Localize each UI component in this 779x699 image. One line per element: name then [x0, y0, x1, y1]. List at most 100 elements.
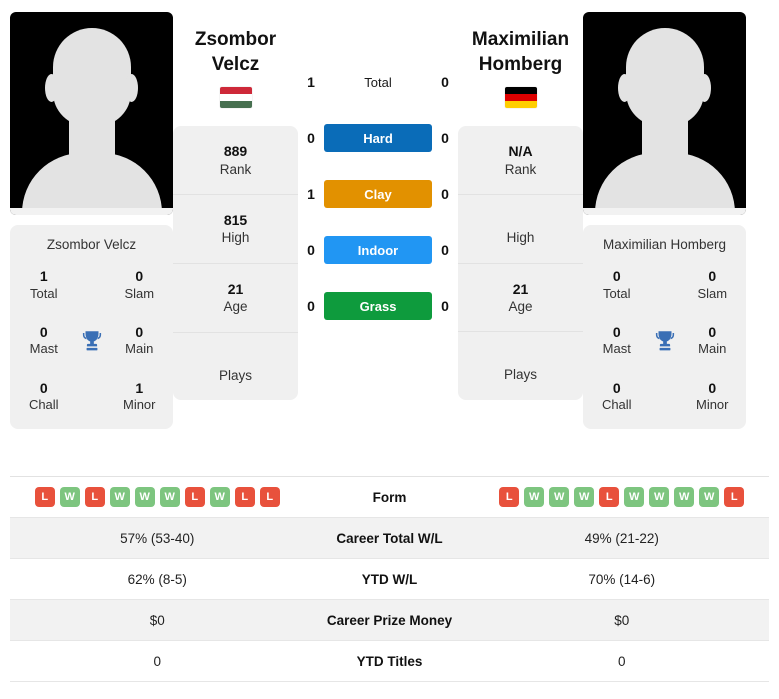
- form-badge-l: L: [184, 487, 205, 507]
- row-label-ytd-wl: YTD W/L: [361, 571, 418, 587]
- right-titles-mast-label: Mast: [602, 341, 631, 357]
- left-age-label: Age: [223, 299, 248, 315]
- form-badge-w: W: [524, 487, 545, 507]
- right-form-badges: LWWWLWWWWL: [479, 487, 766, 507]
- form-badge-l: L: [259, 487, 280, 507]
- form-badge-w: W: [624, 487, 645, 507]
- row-label-career-total-wl: Career Total W/L: [336, 530, 443, 546]
- surface-row-hard: 0 Hard 0: [298, 124, 458, 152]
- form-badge-w: W: [649, 487, 670, 507]
- form-badge-l: L: [499, 487, 520, 507]
- row-label-career-prize-money: Career Prize Money: [326, 612, 453, 628]
- flag-stripe-2: [219, 94, 252, 102]
- left-titles-slam: 0 Slam: [112, 268, 168, 302]
- avatar-silhouette-body: [21, 153, 162, 215]
- left-plays-value: [177, 349, 294, 367]
- surface-hard-left-value: 0: [307, 130, 315, 146]
- right-titles-minor-label: Minor: [695, 397, 729, 412]
- left-player-avatar[interactable]: [10, 12, 173, 215]
- form-badge-l: L: [234, 487, 255, 507]
- avatar-bottom-strip: [10, 208, 173, 215]
- surface-indoor-badge: Indoor: [324, 236, 432, 264]
- right-player-name: Maximilian Homberg: [458, 28, 583, 77]
- right-player-card-name: Maximilian Homberg: [602, 237, 727, 252]
- left-titles-mast: 0 Mast: [16, 324, 72, 358]
- left-high-value: 815: [223, 212, 248, 229]
- avatar-silhouette-ear-right: [125, 74, 138, 102]
- right-titles-main-label: Main: [698, 341, 727, 357]
- left-titles-chall-label: Chall: [28, 397, 59, 412]
- right-titles-slam-value: 0: [708, 268, 717, 284]
- left-titles-total-label: Total: [30, 285, 58, 301]
- form-badge-w: W: [134, 487, 155, 507]
- surface-row-grass: 0 Grass 0: [298, 292, 458, 320]
- left-ytd-wl: 62% (8-5): [127, 571, 187, 587]
- left-player-info-column: Zsombor Velcz 889 Rank 815 High 21 Age P…: [173, 12, 298, 401]
- right-player-info-card: N/A Rank High 21 Age Plays: [458, 126, 583, 400]
- surface-indoor-right-value: 0: [441, 242, 449, 258]
- comparison-stats-table: LWLWWWLWLL Form LWWWLWWWWL 57% (53-40) C…: [10, 476, 769, 682]
- left-form-cell: LWLWWWLWLL: [10, 481, 305, 513]
- right-age-label: Age: [508, 298, 533, 314]
- left-titles-main-label: Main: [125, 341, 154, 357]
- surface-clay-badge: Clay: [324, 180, 432, 208]
- left-player-card-name: Zsombor Velcz: [46, 237, 137, 252]
- right-player-avatar[interactable]: [583, 12, 746, 215]
- left-high-row: 815 High: [173, 195, 298, 264]
- form-badge-l: L: [84, 487, 105, 507]
- trophy-icon: [655, 330, 674, 351]
- surface-grass-left-value: 0: [307, 298, 315, 314]
- right-titles-total-value: 0: [612, 268, 621, 284]
- right-rank-row: N/A Rank: [458, 126, 583, 196]
- right-age-row: 21 Age: [458, 264, 583, 333]
- right-titles-chall-value: 0: [612, 379, 621, 396]
- left-player-titles-card: Zsombor Velcz 1 Total 0 Slam 0 Mast 0 Ma…: [10, 225, 173, 430]
- right-plays-row: Plays: [458, 332, 583, 400]
- flag-stripe-3: [504, 101, 537, 109]
- right-titles-total-label: Total: [603, 285, 631, 301]
- right-ytd-wl: 70% (14-6): [588, 571, 656, 587]
- right-plays-label: Plays: [503, 367, 537, 383]
- right-trophy-icon-cell: [645, 328, 685, 354]
- left-rank-row: 889 Rank: [173, 126, 298, 196]
- right-rank-value: N/A: [508, 143, 533, 160]
- surface-row-indoor: 0 Indoor 0: [298, 236, 458, 264]
- left-titles-minor-label: Minor: [122, 397, 156, 412]
- right-titles-minor-value: 0: [708, 379, 717, 396]
- table-row-career-total-wl: 57% (53-40) Career Total W/L 49% (21-22): [10, 518, 769, 559]
- right-player-titles-card: Maximilian Homberg 0 Total 0 Slam 0 Mast: [583, 225, 746, 430]
- left-ytd-titles: 0: [153, 653, 161, 669]
- left-career-prize-money: $0: [149, 612, 165, 628]
- table-row-career-prize-money: $0 Career Prize Money $0: [10, 600, 769, 641]
- surface-grass-right-value: 0: [441, 298, 449, 314]
- surface-titles-column: 1 Total 0 0 Hard 0 1 Clay 0 0 Indoor 0 0…: [298, 12, 458, 320]
- surface-hard-badge: Hard: [324, 124, 432, 152]
- right-rank-label: Rank: [504, 161, 537, 177]
- left-player-last-name: Velcz: [211, 53, 260, 75]
- row-label-ytd-titles: YTD Titles: [356, 653, 423, 669]
- right-titles-mast: 0 Mast: [589, 324, 645, 358]
- left-titles-total: 1 Total: [16, 268, 72, 302]
- right-high-value: [462, 211, 579, 229]
- right-age-value: 21: [512, 280, 529, 297]
- avatar-bottom-strip: [583, 208, 746, 215]
- right-ytd-titles: 0: [617, 653, 626, 669]
- right-titles-total: 0 Total: [589, 268, 645, 302]
- table-row-ytd-wl: 62% (8-5) YTD W/L 70% (14-6): [10, 559, 769, 600]
- left-titles-minor-value: 1: [135, 379, 144, 396]
- surface-total-right-value: 0: [441, 74, 449, 90]
- left-player-photo-column: Zsombor Velcz 1 Total 0 Slam 0 Mast 0 Ma…: [10, 12, 173, 430]
- left-titles-slam-label: Slam: [124, 285, 155, 301]
- surface-hard-right-value: 0: [441, 130, 449, 146]
- left-age-row: 21 Age: [173, 264, 298, 333]
- left-trophy-icon-cell: [72, 328, 112, 354]
- form-badge-l: L: [34, 487, 55, 507]
- surface-total-label: Total: [364, 74, 392, 90]
- right-high-row: High: [458, 195, 583, 264]
- flag-stripe-1: [219, 87, 252, 95]
- surface-clay-right-value: 0: [441, 186, 449, 202]
- form-badge-w: W: [549, 487, 570, 507]
- flag-stripe-2: [504, 94, 537, 102]
- right-titles-main: 0 Main: [685, 324, 741, 358]
- right-titles-mast-value: 0: [612, 323, 621, 340]
